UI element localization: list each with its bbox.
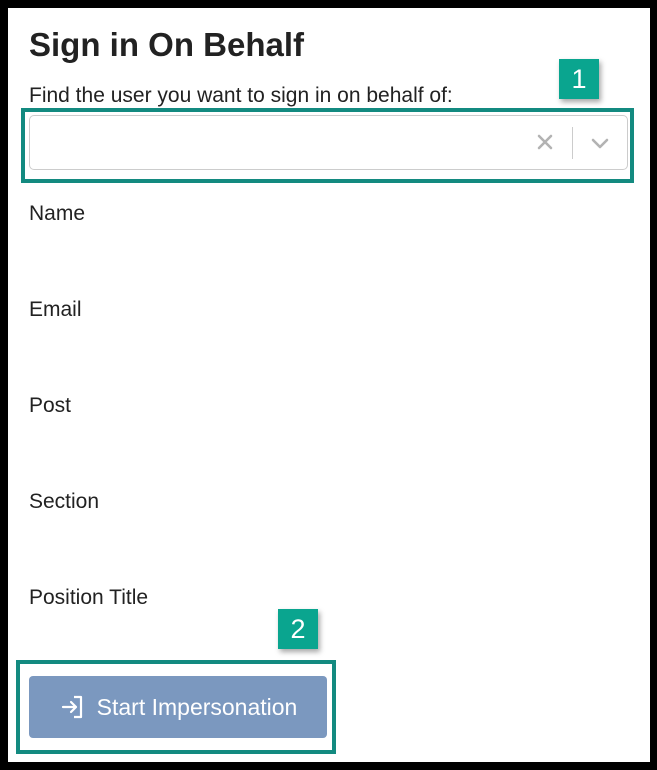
email-label: Email xyxy=(29,298,82,321)
user-search-select[interactable] xyxy=(29,115,628,170)
indicator-separator xyxy=(572,127,573,159)
name-label: Name xyxy=(29,202,86,225)
section-label: Section xyxy=(29,490,100,513)
chevron-down-icon[interactable] xyxy=(588,131,612,155)
start-impersonation-label: Start Impersonation xyxy=(96,693,298,720)
position-title-label: Position Title xyxy=(29,586,149,609)
page-title: Sign in On Behalf xyxy=(29,26,305,63)
user-search-input[interactable] xyxy=(40,126,524,162)
instruction-text: Find the user you want to sign in on beh… xyxy=(29,84,453,107)
start-impersonation-button[interactable]: Start Impersonation xyxy=(29,676,327,738)
callout-badge-1: 1 xyxy=(559,59,599,99)
callout-badge-2: 2 xyxy=(278,609,318,649)
close-icon[interactable] xyxy=(533,130,557,154)
post-label: Post xyxy=(29,394,72,417)
sign-in-icon xyxy=(59,693,87,721)
sign-in-on-behalf-panel: Sign in On Behalf Find the user you want… xyxy=(8,8,650,762)
